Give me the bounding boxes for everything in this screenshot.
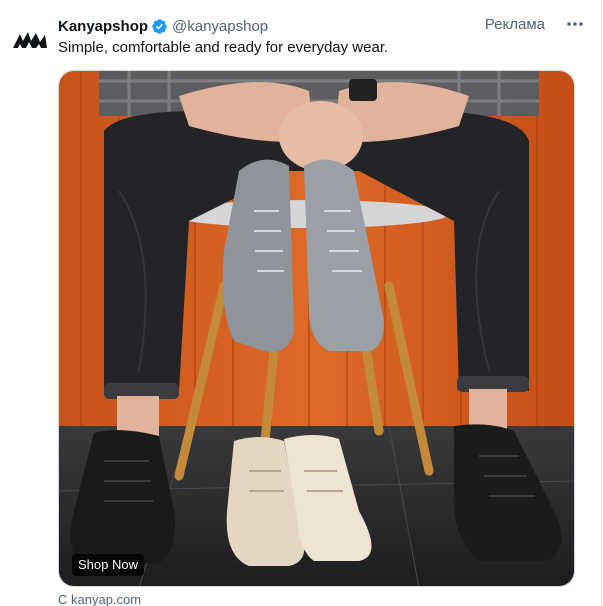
ad-label: Реклама [484,16,545,33]
shop-now-button[interactable]: Shop Now [72,554,144,576]
kanyap-logo-icon [13,32,47,48]
tweet-header: Kanyapshop @kanyapshop [58,15,268,37]
verified-badge-icon[interactable] [151,18,168,35]
more-dots-icon [567,22,583,26]
avatar[interactable] [10,20,50,60]
ad-media-image[interactable] [58,70,575,587]
author-handle[interactable]: @kanyapshop [172,18,268,35]
product-photo [59,71,574,586]
timeline-divider [601,0,602,606]
author-name[interactable]: Kanyapshop [58,18,148,35]
more-button[interactable] [565,14,585,34]
source-link[interactable]: С kanyap.com [58,592,141,606]
tweet-text: Simple, comfortable and ready for everyd… [58,39,389,56]
promoted-tweet[interactable]: Kanyapshop @kanyapshop Реклама Simple, c… [0,0,603,606]
